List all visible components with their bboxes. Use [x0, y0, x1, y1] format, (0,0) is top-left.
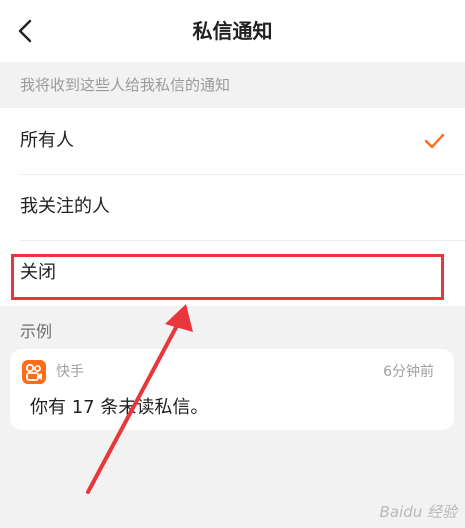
check-icon: [424, 133, 445, 149]
option-label: 所有人: [20, 130, 74, 151]
kuaishou-app-icon: [22, 360, 46, 384]
example-notification-card: 快手 6分钟前 你有 17 条未读私信。: [10, 349, 454, 430]
section-caption: 我将收到这些人给我私信的通知: [20, 76, 231, 94]
option-label: 关闭: [20, 262, 56, 283]
baidu-watermark: Baidu 经验: [379, 503, 457, 521]
option-label: 我关注的人: [20, 196, 110, 217]
header-bar: 私信通知: [0, 0, 465, 62]
page-title: 私信通知: [192, 19, 273, 43]
option-list: 所有人 我关注的人 关闭: [0, 108, 465, 306]
example-label: 示例: [20, 322, 53, 341]
option-followed[interactable]: 我关注的人: [0, 174, 465, 240]
notification-message: 你有 17 条未读私信。: [30, 397, 209, 418]
option-everyone[interactable]: 所有人: [0, 108, 465, 174]
app-name: 快手: [56, 364, 84, 380]
notification-time: 6分钟前: [383, 364, 434, 380]
option-off[interactable]: 关闭: [0, 240, 465, 306]
